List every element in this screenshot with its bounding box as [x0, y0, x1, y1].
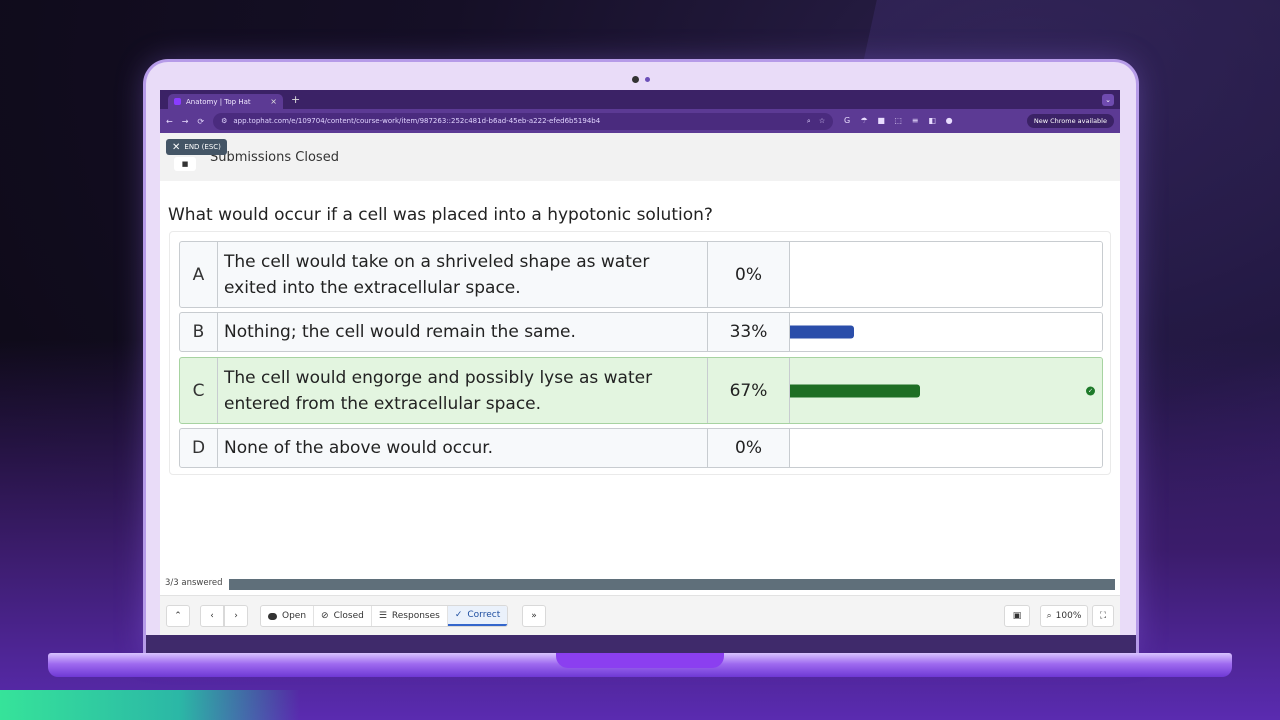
answered-progress-fill: [229, 579, 1115, 590]
fullscreen-icon: ⛶: [1099, 611, 1107, 621]
new-chrome-available-button[interactable]: New Chrome available: [1026, 114, 1114, 128]
reading-list-icon[interactable]: ≡: [910, 116, 920, 126]
answer-text: None of the above would occur.: [218, 429, 708, 467]
previous-button[interactable]: ‹: [200, 605, 224, 627]
laptop-camera: [632, 76, 639, 83]
side-panel-icon[interactable]: ◧: [927, 116, 937, 126]
answer-bar-cell: [790, 313, 1102, 351]
answer-bar-cell: [790, 429, 1102, 467]
answer-percent: 33%: [708, 313, 790, 351]
extensions-puzzle-icon[interactable]: ⬚: [893, 116, 903, 126]
answer-bar: [790, 325, 854, 339]
answer-text: The cell would engorge and possibly lyse…: [218, 358, 708, 423]
answer-bar-cell: ✓: [790, 358, 1102, 423]
chevron-up-icon: ⌃: [174, 611, 182, 621]
presentation-icon: ■: [174, 157, 196, 171]
chat-bubble-icon: [268, 612, 277, 620]
answered-count: 3/3 answered: [165, 578, 223, 588]
close-icon: ✕: [172, 141, 181, 153]
answer-list: A The cell would take on a shriveled sha…: [169, 231, 1111, 475]
browser-toolbar: ← → ⟳ ⚙ app.tophat.com/e/109704/content/…: [160, 109, 1120, 133]
answer-percent: 0%: [708, 242, 790, 307]
zoom-icon[interactable]: ⌕: [807, 117, 811, 126]
laptop-hinge: [146, 635, 1136, 653]
check-icon: ✓: [454, 610, 463, 620]
open-label: Open: [282, 611, 307, 621]
next-button[interactable]: ›: [224, 605, 248, 627]
presentation-toolbar: ⌃ ‹ › Open ⊘ Closed ☰ Responses ✓ Correc…: [160, 595, 1120, 635]
url-text: app.tophat.com/e/109704/content/course-w…: [233, 117, 601, 125]
answer-row-c: C The cell would engorge and possibly ly…: [179, 357, 1103, 424]
background-green-strip: [0, 690, 300, 720]
profile-avatar-icon[interactable]: ●: [944, 116, 954, 126]
present-view-button[interactable]: ▣: [1004, 605, 1030, 627]
address-bar[interactable]: ⚙ app.tophat.com/e/109704/content/course…: [213, 112, 834, 130]
block-icon: ⊘: [321, 611, 329, 621]
bar-list-icon: ☰: [378, 611, 387, 621]
chevron-right-icon: ›: [234, 611, 238, 621]
closed-label: Closed: [333, 611, 364, 621]
responses-label: Responses: [391, 611, 440, 621]
collapse-button[interactable]: ⌃: [166, 605, 190, 627]
question-text: What would occur if a cell was placed in…: [168, 205, 713, 225]
status-toggle-group: Open ⊘ Closed ☰ Responses ✓ Correct: [260, 605, 509, 627]
magnifier-icon: ⌕: [1046, 611, 1052, 621]
monitor-chart-icon: ▣: [1012, 611, 1022, 621]
submissions-status-bar: Submissions Closed: [160, 133, 1120, 181]
answer-row-b: B Nothing; the cell would remain the sam…: [179, 312, 1103, 352]
answered-progress-bar: [229, 579, 1115, 590]
laptop-notch: [556, 653, 724, 668]
end-button-label: END (ESC): [184, 143, 221, 151]
answer-letter: B: [180, 313, 218, 351]
answer-letter: C: [180, 358, 218, 423]
answer-letter: D: [180, 429, 218, 467]
tab-search-icon[interactable]: ⌄: [1102, 93, 1114, 106]
answer-percent: 67%: [708, 358, 790, 423]
submissions-status-text: Submissions Closed: [210, 149, 339, 165]
tophat-favicon-icon: [174, 98, 181, 105]
extension-umbrella-icon[interactable]: ☂: [859, 116, 869, 126]
closed-button[interactable]: ⊘ Closed: [314, 606, 372, 626]
correct-button[interactable]: ✓ Correct: [447, 606, 508, 626]
bookmark-star-icon[interactable]: ☆: [819, 117, 825, 126]
fullscreen-button[interactable]: ⛶: [1092, 605, 1114, 627]
answer-text: The cell would take on a shriveled shape…: [218, 242, 708, 307]
open-button[interactable]: Open: [261, 606, 315, 626]
page-content: Submissions Closed ■ ✕ END (ESC) What wo…: [160, 133, 1120, 635]
reload-icon[interactable]: ⟳: [197, 117, 204, 126]
answer-row-a: A The cell would take on a shriveled sha…: [179, 241, 1103, 308]
answer-bar-cell: [790, 242, 1102, 307]
extensions: G ☂ ■ ⬚ ≡ ◧ ●: [842, 116, 954, 126]
zoom-button[interactable]: ⌕ 100%: [1040, 605, 1088, 627]
screen: Anatomy | Top Hat × + ⌄ ← → ⟳ ⚙ app.toph…: [160, 90, 1120, 635]
extension-g-icon[interactable]: G: [842, 116, 852, 126]
responses-button[interactable]: ☰ Responses: [372, 606, 448, 626]
browser-tab[interactable]: Anatomy | Top Hat ×: [168, 94, 283, 109]
answer-row-d: D None of the above would occur. 0%: [179, 428, 1103, 468]
tab-close-icon[interactable]: ×: [270, 97, 277, 106]
laptop-camera-light: [645, 77, 650, 82]
browser-tab-title: Anatomy | Top Hat: [186, 97, 251, 106]
chevron-left-icon: ‹: [210, 611, 214, 621]
correct-label: Correct: [467, 610, 501, 620]
new-tab-button[interactable]: +: [291, 93, 300, 106]
more-options-button[interactable]: »: [522, 605, 546, 627]
answer-percent: 0%: [708, 429, 790, 467]
correct-check-icon: ✓: [1086, 386, 1095, 395]
answer-text: Nothing; the cell would remain the same.: [218, 313, 708, 351]
back-icon[interactable]: ←: [166, 117, 173, 126]
zoom-level: 100%: [1055, 611, 1082, 621]
double-chevron-right-icon: »: [531, 611, 537, 621]
answer-letter: A: [180, 242, 218, 307]
end-presentation-button[interactable]: ✕ END (ESC): [166, 139, 227, 155]
extension-square-icon[interactable]: ■: [876, 116, 886, 126]
forward-icon[interactable]: →: [182, 117, 189, 126]
browser-tab-bar: Anatomy | Top Hat × + ⌄: [160, 90, 1120, 109]
site-info-icon[interactable]: ⚙: [221, 117, 227, 125]
answer-bar: [790, 384, 920, 397]
